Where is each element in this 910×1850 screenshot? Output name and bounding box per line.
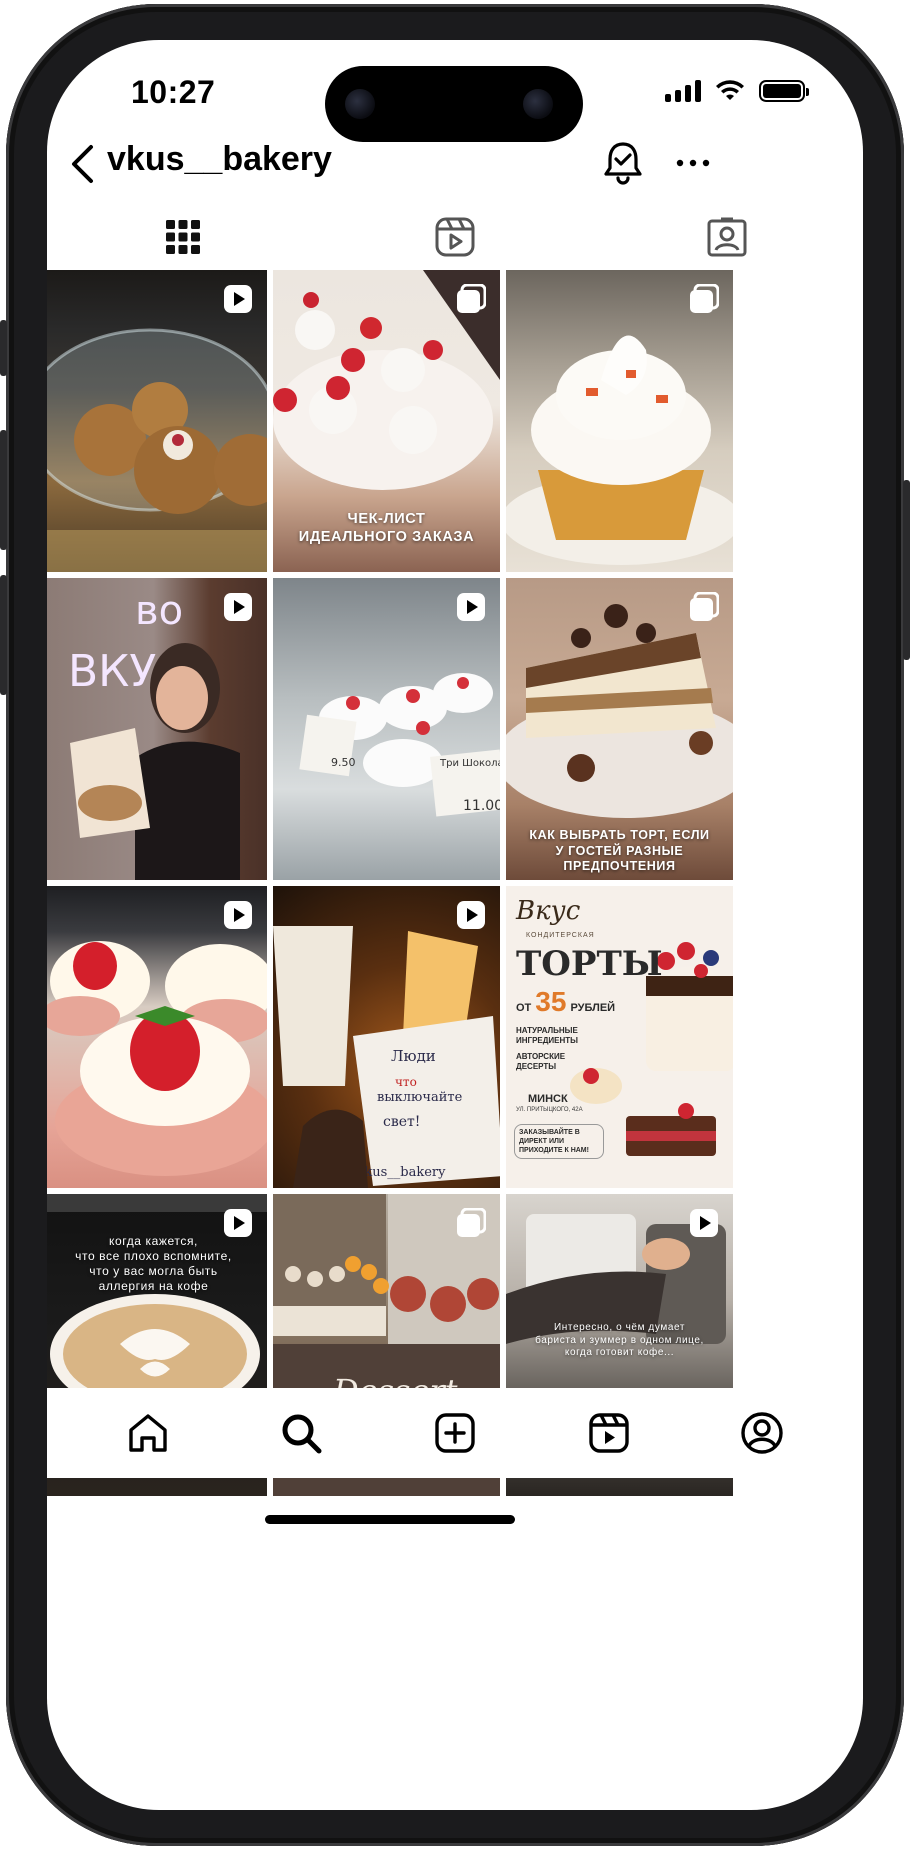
search-icon [282,1414,322,1454]
more-dots-icon [676,159,710,167]
price-tag-2: 11.00 [463,798,500,814]
cup-text-3: выключайте [377,1090,463,1105]
nav-home[interactable] [117,1402,179,1464]
grid-icon [166,220,200,254]
promo-feature-2: АВТОРСКИЕ ДЕСЕРТЫ [516,1052,566,1072]
post-caption: Интересно, о чём думает бариста и зуммер… [535,1322,704,1358]
promo-price-from: ОТ [516,1002,532,1014]
promo-price-currency: РУБЛЕЙ [570,1002,616,1014]
post-caption: ЧЕК-ЛИСТ ИДЕАЛЬНОГО ЗАКАЗА [298,511,475,546]
post-caption: когда кажется, что все плохо вспомните, … [75,1234,232,1293]
mute-switch [0,320,7,376]
grid-post-tile[interactable]: Вкус КОНДИТЕРСКАЯ ТОРТЫ ОТ 35 РУБЛЕЙ НАТ… [506,886,733,1188]
battery-icon [759,80,809,102]
wifi-icon [716,80,744,100]
tab-posts-grid[interactable] [47,205,319,269]
grid-post-tile[interactable]: во ВКУ [47,578,267,880]
camera-lens-right [523,89,553,119]
tab-reels[interactable] [319,205,591,269]
cellular-signal-icon [665,80,701,102]
profile-username: vkus__bakery [107,140,332,178]
more-options-button[interactable] [665,138,721,188]
profile-icon [741,1412,783,1454]
post-image [47,328,267,572]
neon-sign-line-1: во [135,588,183,634]
promo-city: МИНСК [528,1093,568,1105]
chevron-left-icon [72,145,93,183]
reel-icon [224,593,252,621]
post-image: Люди что выключайте свет! vkus__bakery [273,926,500,1188]
price-tag-name: Три Шоколад [439,758,500,769]
carousel-icon [690,284,719,313]
reel-icon [457,901,485,929]
promo-headline: ТОРТЫ [516,944,663,984]
carousel-icon [457,1208,486,1237]
grid-post-tile[interactable] [47,270,267,572]
cup-text-4: свет! [383,1114,420,1130]
home-icon [129,1414,167,1452]
nav-search[interactable] [270,1402,332,1464]
promo-price: ОТ 35 РУБЛЕЙ [516,986,615,1018]
grid-post-tile[interactable]: КАК ВЫБРАТЬ ТОРТ, ЕСЛИ У ГОСТЕЙ РАЗНЫЕ П… [506,578,733,880]
cup-text-5: vkus__bakery [356,1165,446,1180]
post-image [47,941,267,1176]
reel-icon [224,901,252,929]
post-image: во ВКУ [68,588,240,880]
cup-text-2: что [395,1075,417,1089]
reel-icon [224,1209,252,1237]
reel-icon [690,1209,718,1237]
grid-post-tile[interactable] [47,886,267,1188]
reels-icon [588,1413,629,1453]
post-image [506,335,733,565]
notifications-button[interactable] [595,132,651,194]
status-time: 10:27 [131,74,216,110]
volume-down-button [0,575,7,695]
post-caption: КАК ВЫБРАТЬ ТОРТ, ЕСЛИ У ГОСТЕЙ РАЗНЫЕ П… [529,828,710,874]
promo-price-value: 35 [535,986,567,1017]
promo-brand-sub: КОНДИТЕРСКАЯ [526,932,595,939]
profile-header: vkus__bakery [47,130,863,200]
carousel-icon [690,592,719,621]
price-tag-1: 9.50 [331,756,356,769]
nav-profile[interactable] [731,1402,793,1464]
cup-text-1: Люди [391,1047,436,1065]
screen: 10:27 vkus__bakery ЧЕК-ЛИСТ ИДЕАЛЬНОГО З… [47,40,863,1810]
promo-feature-1: НАТУРАЛЬНЫЕ ИНГРЕДИЕНТЫ [516,1026,579,1046]
grid-post-tile[interactable] [506,270,733,572]
promo-brand: Вкус [516,896,581,926]
create-icon [435,1413,475,1453]
nav-reels[interactable] [578,1402,640,1464]
bottom-navigation [47,1388,863,1478]
neon-sign-line-2: ВКУ [68,646,156,697]
grid-post-tile[interactable]: 9.50 Три Шоколад 11.00 [273,578,500,880]
status-icons [665,80,809,102]
home-indicator[interactable] [265,1515,515,1524]
grid-post-tile[interactable]: ЧЕК-ЛИСТ ИДЕАЛЬНОГО ЗАКАЗА [273,270,500,572]
volume-up-button [0,430,7,550]
post-image: 9.50 Три Шоколад 11.00 [299,673,500,817]
profile-tabs [47,205,863,269]
reel-icon [224,285,252,313]
posts-grid: ЧЕК-ЛИСТ ИДЕАЛЬНОГО ЗАКАЗА во ВКУ 9.50 Т… [47,270,733,1496]
back-button[interactable] [57,134,107,194]
carousel-icon [457,284,486,313]
bell-check-icon [604,142,642,185]
promo-address: УЛ. ПРИТЫЦКОГО, 42А [516,1107,583,1113]
reel-icon [457,593,485,621]
camera-lens-left [345,89,375,119]
nav-create[interactable] [424,1402,486,1464]
reels-tab-icon [435,217,475,257]
promo-cta: ЗАКАЗЫВАЙТЕ В ДИРЕКТ ИЛИ ПРИХОДИТЕ К НАМ… [514,1124,604,1160]
tab-tagged[interactable] [591,205,863,269]
power-button [903,480,910,660]
tagged-person-icon [707,217,747,257]
grid-post-tile[interactable]: Люди что выключайте свет! vkus__bakery [273,886,500,1188]
